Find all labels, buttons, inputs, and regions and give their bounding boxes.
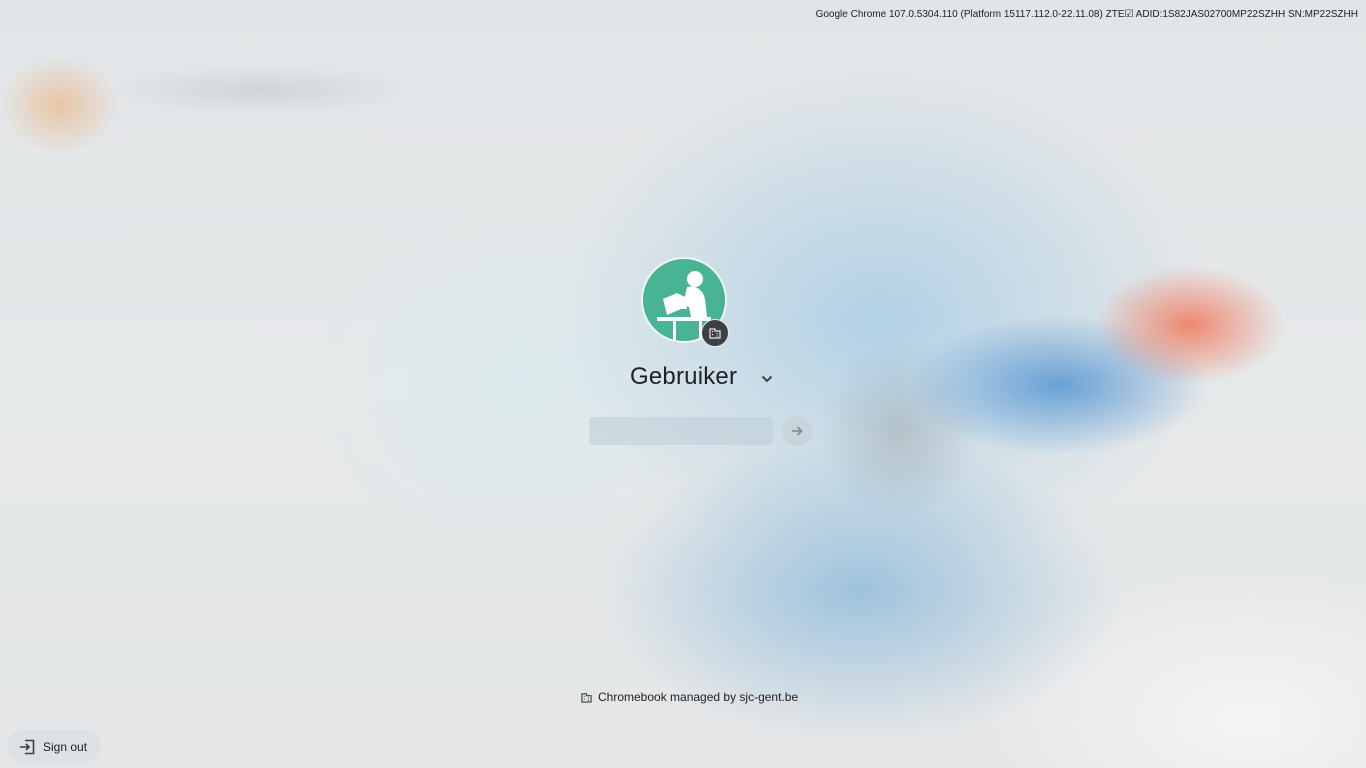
user-name: Gebruiker bbox=[630, 363, 738, 390]
arrow-right-icon bbox=[792, 426, 803, 436]
enterprise-building-icon bbox=[581, 692, 592, 703]
enterprise-building-icon bbox=[709, 328, 721, 339]
managed-by-label: Chromebook managed by sjc-gent.be bbox=[598, 690, 799, 704]
sign-out-button[interactable]: Sign out bbox=[7, 730, 102, 763]
login-screen: Google Chrome 107.0.5304.110 (Platform 1… bbox=[0, 0, 1366, 768]
enterprise-badge bbox=[701, 319, 729, 347]
version-info: Google Chrome 107.0.5304.110 (Platform 1… bbox=[815, 9, 1358, 20]
managed-by-notice: Chromebook managed by sjc-gent.be bbox=[581, 690, 798, 704]
login-shelf: Sign out bbox=[7, 730, 102, 763]
sign-out-icon bbox=[20, 739, 35, 754]
password-input[interactable] bbox=[589, 417, 773, 445]
user-pod: Gebruiker bbox=[583, 257, 813, 457]
chevron-down-icon bbox=[761, 375, 773, 383]
user-menu-button[interactable] bbox=[757, 369, 777, 389]
sign-out-label: Sign out bbox=[43, 739, 88, 754]
submit-button[interactable] bbox=[782, 416, 812, 446]
